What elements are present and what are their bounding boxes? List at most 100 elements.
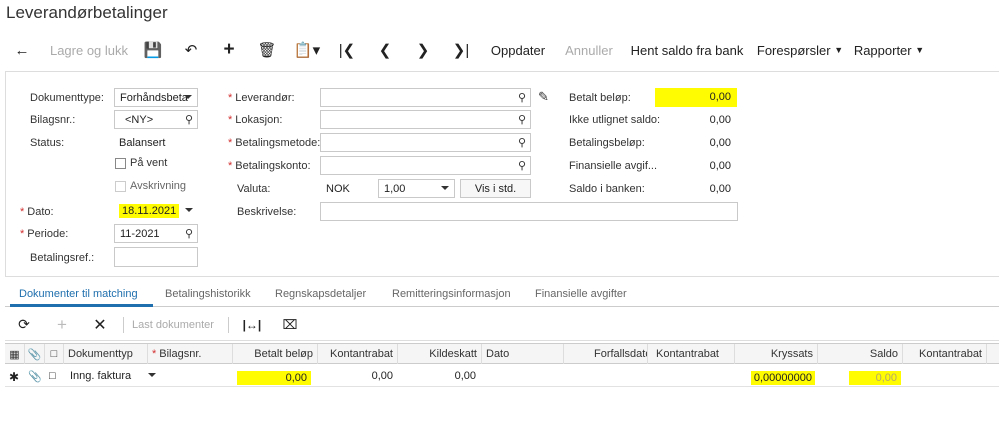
row-doc-type-select[interactable]: Inng. faktura bbox=[65, 367, 161, 385]
vendor-field[interactable]: ⚲ bbox=[320, 88, 531, 107]
main-toolbar: ← Lagre og lukk 💾 ↶ + 🗑 📋▾ |❮ ❮ ❯ ❯| Opp… bbox=[0, 30, 999, 70]
row-selector-icon[interactable]: ▦ bbox=[5, 344, 25, 364]
search-icon[interactable]: ⚲ bbox=[518, 136, 526, 149]
col-cash-discount[interactable]: Kontantrabat bbox=[318, 344, 398, 364]
rate-select[interactable]: 1,00 bbox=[378, 179, 455, 198]
payment-amount-label: Betalingsbeløp: bbox=[569, 137, 645, 149]
status-value: Balansert bbox=[119, 137, 166, 149]
add-row-icon[interactable]: + bbox=[43, 315, 81, 335]
search-icon[interactable]: ⚲ bbox=[185, 113, 193, 126]
date-field[interactable]: 18.11.2021 bbox=[114, 202, 198, 221]
next-record-icon[interactable]: ❯ bbox=[404, 30, 442, 70]
tab-finance-charges[interactable]: Finansielle avgifter bbox=[535, 288, 627, 300]
payment-method-label-text: Betalingsmetode: bbox=[235, 137, 321, 149]
save-close-button[interactable]: Lagre og lukk bbox=[44, 30, 134, 70]
row-cross-rate-value: 0,00000000 bbox=[750, 371, 815, 385]
doc-type-value: Forhåndsbeta bbox=[120, 92, 188, 104]
unapplied-balance-label: Ikke utlignet saldo: bbox=[569, 114, 661, 126]
search-icon[interactable]: ⚲ bbox=[185, 227, 193, 240]
col-withholding-tax[interactable]: Kildeskatt bbox=[398, 344, 482, 364]
update-button[interactable]: Oppdater bbox=[480, 30, 556, 70]
period-field[interactable]: 11-2021 ⚲ bbox=[114, 224, 198, 243]
col-date[interactable]: Dato bbox=[482, 344, 564, 364]
cancel-button[interactable]: Annuller bbox=[556, 30, 622, 70]
last-record-icon[interactable]: ❯| bbox=[442, 30, 480, 70]
search-icon[interactable]: ⚲ bbox=[518, 159, 526, 172]
save-icon[interactable]: 💾 bbox=[134, 30, 172, 70]
row-withholding-tax[interactable]: 0,00 bbox=[398, 365, 476, 387]
write-off-label: Avskrivning bbox=[130, 180, 187, 192]
row-due-date[interactable] bbox=[564, 365, 648, 387]
col-cash-discount-3[interactable]: Kontantrabat bbox=[903, 344, 987, 364]
date-value: 18.11.2021 bbox=[119, 204, 180, 218]
col-doc-no[interactable]: * Bilagsnr. bbox=[148, 344, 233, 364]
finance-fee-value: 0,00 bbox=[709, 160, 731, 172]
payment-account-field[interactable]: ⚲ bbox=[320, 156, 531, 175]
on-hold-checkbox[interactable] bbox=[115, 158, 126, 169]
undo-icon[interactable]: ↶ bbox=[172, 30, 210, 70]
row-cash-discount-2[interactable] bbox=[648, 365, 735, 387]
reports-label: Rapporter bbox=[853, 42, 912, 58]
status-label: Status: bbox=[30, 137, 65, 149]
doc-type-select[interactable]: Forhåndsbeta bbox=[114, 88, 198, 107]
description-field[interactable] bbox=[320, 202, 738, 221]
finance-fee-label: Finansielle avgif... bbox=[569, 160, 658, 172]
back-arrow-icon[interactable]: ← bbox=[0, 30, 44, 70]
unapplied-balance-value: 0,00 bbox=[709, 114, 731, 126]
first-record-icon[interactable]: |❮ bbox=[328, 30, 366, 70]
payment-ref-label: Betalingsref.: bbox=[30, 252, 95, 264]
attachment-icon: 📎 bbox=[25, 344, 45, 364]
attachment-icon[interactable]: 📎 bbox=[28, 365, 42, 387]
tab-documents-to-match[interactable]: Dokumenter til matching bbox=[19, 288, 138, 300]
payment-method-field[interactable]: ⚲ bbox=[320, 133, 531, 152]
table-row[interactable]: ✱ 📎 □ Inng. faktura 0,00 0,00 0,00 0,000… bbox=[5, 365, 999, 387]
row-date[interactable] bbox=[482, 365, 564, 387]
chevron-down-icon bbox=[184, 95, 192, 99]
delete-icon[interactable]: 🗑 bbox=[248, 30, 286, 70]
rate-value: 1,00 bbox=[384, 183, 406, 195]
row-cash-discount-3[interactable] bbox=[903, 365, 987, 387]
tab-remittance-info[interactable]: Remitteringsinformasjon bbox=[392, 288, 511, 300]
payment-method-label: * Betalingsmetode: bbox=[228, 137, 320, 149]
col-cross-rate[interactable]: Kryssats bbox=[735, 344, 818, 364]
delete-row-icon[interactable]: ✕ bbox=[81, 315, 119, 335]
refresh-icon[interactable]: ⟳ bbox=[5, 316, 43, 333]
col-paid-amount[interactable]: Betalt beløp bbox=[233, 344, 318, 364]
payment-ref-field[interactable] bbox=[114, 247, 198, 267]
previous-record-icon[interactable]: ❮ bbox=[366, 30, 404, 70]
row-paid-amount[interactable]: 0,00 bbox=[237, 368, 315, 385]
copy-paste-icon[interactable]: 📋▾ bbox=[286, 30, 328, 70]
search-icon[interactable]: ⚲ bbox=[518, 113, 526, 126]
tab-payment-history[interactable]: Betalingshistorikk bbox=[165, 288, 251, 300]
tab-accounting-details[interactable]: Regnskapsdetaljer bbox=[275, 288, 366, 300]
doc-no-field[interactable]: <NY> ⚲ bbox=[114, 110, 198, 129]
edit-pencil-icon[interactable]: ✎ bbox=[538, 89, 549, 105]
chevron-down-icon bbox=[185, 208, 193, 212]
inquiries-menu[interactable]: Forespørsler ▼ bbox=[752, 30, 848, 70]
reports-menu[interactable]: Rapporter ▼ bbox=[848, 30, 930, 70]
documents-grid: ▦ 📎 □ Dokumenttyp * Bilagsnr. Betalt belø… bbox=[5, 343, 999, 428]
search-icon[interactable]: ⚲ bbox=[518, 91, 526, 104]
add-icon[interactable]: + bbox=[210, 30, 248, 70]
location-field[interactable]: ⚲ bbox=[320, 110, 531, 129]
row-doc-no-cell[interactable] bbox=[148, 365, 233, 387]
note-icon[interactable]: □ bbox=[49, 365, 56, 387]
row-cash-discount[interactable]: 0,00 bbox=[318, 365, 393, 387]
currency-label: Valuta: bbox=[237, 183, 271, 195]
export-excel-icon[interactable]: ⌧ bbox=[271, 317, 309, 333]
write-off-checkbox[interactable] bbox=[115, 181, 126, 192]
load-documents-button[interactable]: Last dokumenter bbox=[132, 319, 214, 331]
bank-balance-label: Saldo i banken: bbox=[569, 183, 645, 195]
col-due-date[interactable]: Forfallsdato bbox=[564, 344, 648, 364]
row-doc-type-value: Inng. faktura bbox=[70, 370, 132, 382]
col-doc-type[interactable]: Dokumenttyp bbox=[64, 344, 148, 364]
fetch-bank-balance-button[interactable]: Hent saldo fra bank bbox=[622, 30, 752, 70]
row-cross-rate[interactable]: 0,00000000 bbox=[745, 368, 815, 390]
grid-header: ▦ 📎 □ Dokumenttyp * Bilagsnr. Betalt belø… bbox=[5, 344, 999, 364]
col-cash-discount-2[interactable]: Kontantrabat bbox=[648, 344, 735, 364]
active-tab-indicator bbox=[10, 304, 153, 307]
view-std-button[interactable]: Vis i std. bbox=[460, 179, 531, 198]
location-label-text: Lokasjon: bbox=[235, 114, 283, 126]
fit-columns-icon[interactable]: |↔| bbox=[233, 318, 271, 332]
col-balance[interactable]: Saldo bbox=[818, 344, 903, 364]
